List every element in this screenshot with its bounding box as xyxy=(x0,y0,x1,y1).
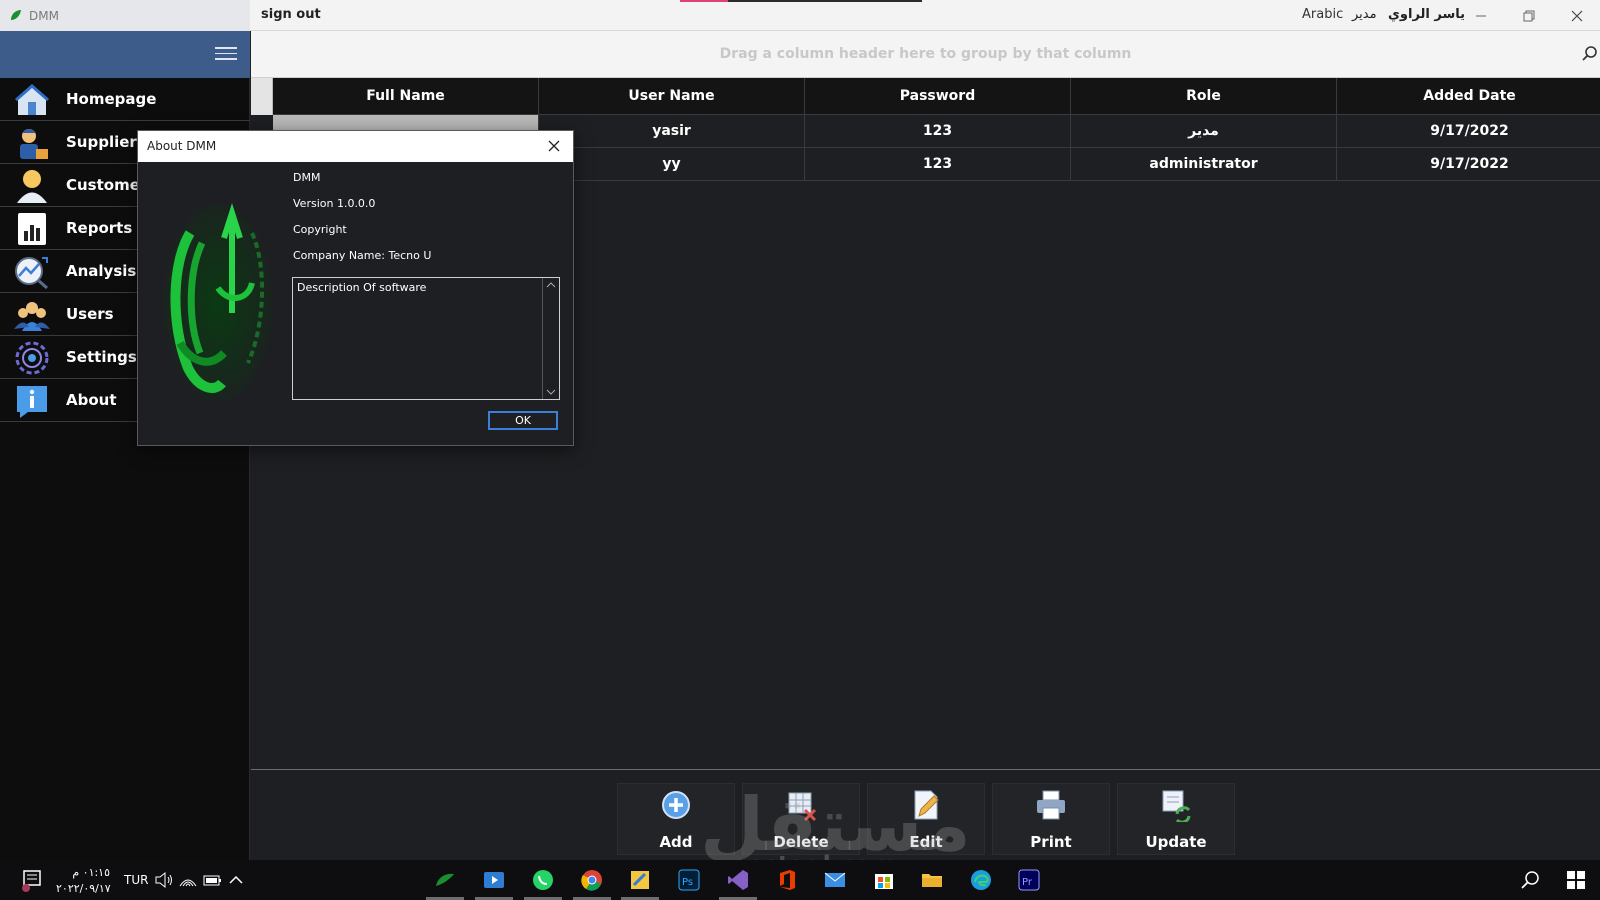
column-header-role[interactable]: Role xyxy=(1071,78,1337,115)
mail-icon[interactable] xyxy=(823,868,847,892)
cell-added-date[interactable]: 9/17/2022 xyxy=(1337,148,1600,181)
store-icon[interactable] xyxy=(872,868,896,892)
print-label: Print xyxy=(1030,833,1072,851)
volume-icon[interactable] xyxy=(152,868,176,892)
scroll-down-icon[interactable] xyxy=(546,388,556,396)
company-logo xyxy=(164,203,272,401)
sidebar-item-label: Settings xyxy=(66,348,137,366)
scroll-up-icon[interactable] xyxy=(546,281,556,289)
sidebar-item-homepage[interactable]: Homepage xyxy=(0,78,250,121)
svg-text:Pr: Pr xyxy=(1022,877,1033,888)
home-icon xyxy=(15,84,49,115)
product-version: Version 1.0.0.0 xyxy=(293,197,376,210)
group-hint-text: Drag a column header here to group by th… xyxy=(719,46,1132,62)
battery-icon[interactable] xyxy=(200,868,224,892)
cell-user-name[interactable]: yasir xyxy=(539,115,805,148)
edge-icon[interactable] xyxy=(969,868,993,892)
close-window-button[interactable] xyxy=(1554,0,1600,31)
cell-role[interactable]: administrator xyxy=(1071,148,1337,181)
close-icon[interactable] xyxy=(542,135,566,157)
app-title-area: DMM xyxy=(0,0,250,31)
description-scrollbar[interactable] xyxy=(542,278,559,399)
report-icon xyxy=(18,213,46,245)
update-button[interactable]: Update xyxy=(1117,783,1235,855)
dmm-app-icon[interactable] xyxy=(433,868,457,892)
cell-password[interactable]: 123 xyxy=(805,115,1071,148)
title-bar: DMM sign out Arabic مدير ياسر الراوي xyxy=(0,0,1600,31)
cell-added-date[interactable]: 9/17/2022 xyxy=(1337,115,1600,148)
update-icon xyxy=(1162,790,1191,822)
visual-studio-icon[interactable] xyxy=(726,868,750,892)
column-header-full-name[interactable]: Full Name xyxy=(273,78,539,115)
dialog-title-bar: About DMM xyxy=(138,131,573,162)
analysis-icon xyxy=(15,257,48,290)
search-icon[interactable] xyxy=(1581,45,1599,63)
video-app-icon[interactable] xyxy=(482,868,506,892)
company-name: Company Name: Tecno U xyxy=(293,249,432,262)
chevron-up-icon[interactable] xyxy=(224,868,248,892)
description-textbox[interactable]: Description Of software xyxy=(292,277,560,400)
office-icon[interactable] xyxy=(775,868,799,892)
sidebar-item-label: Homepage xyxy=(66,90,157,108)
column-header-added-date[interactable]: Added Date xyxy=(1337,78,1600,115)
whatsapp-icon[interactable] xyxy=(531,868,555,892)
description-text: Description Of software xyxy=(297,281,427,294)
product-copyright: Copyright xyxy=(293,223,347,236)
update-label: Update xyxy=(1145,833,1207,851)
sidebar-item-label: Suppliers xyxy=(66,133,146,151)
group-by-panel[interactable]: Drag a column header here to group by th… xyxy=(251,31,1600,78)
dialog-title: About DMM xyxy=(147,139,217,153)
photoshop-icon[interactable]: Ps xyxy=(677,868,701,892)
product-name: DMM xyxy=(293,171,321,184)
grid-header: Full Name User Name Password Role Added … xyxy=(273,78,1600,115)
add-icon xyxy=(662,791,690,819)
cell-password[interactable]: 123 xyxy=(805,148,1071,181)
dev-tool-icon[interactable] xyxy=(628,868,652,892)
sidebar-item-label: Reports xyxy=(66,219,133,237)
notification-icon[interactable] xyxy=(20,868,44,892)
settings-icon xyxy=(15,341,49,375)
row-indicator-header xyxy=(251,78,273,115)
sign-out-link[interactable]: sign out xyxy=(261,7,321,22)
about-dialog: About DMM DMM Version 1.0.0.0 Copyright … xyxy=(137,130,574,446)
clock-date[interactable]: ٢٠٢٢/٠٩/١٧ xyxy=(56,882,111,895)
customer-icon xyxy=(17,170,47,203)
windows-start-icon[interactable] xyxy=(1564,868,1588,892)
user-name: ياسر الراوي xyxy=(1388,7,1466,22)
wifi-icon[interactable] xyxy=(176,868,200,892)
search-icon[interactable] xyxy=(1518,868,1542,892)
minimize-icon xyxy=(1476,15,1486,16)
menu-toggle-button[interactable] xyxy=(215,47,237,63)
ok-button[interactable]: OK xyxy=(488,411,558,430)
user-role: مدير xyxy=(1352,7,1377,22)
sidebar-item-label: About xyxy=(66,391,117,409)
restore-icon xyxy=(1523,10,1535,21)
users-icon xyxy=(14,302,50,331)
restore-button[interactable] xyxy=(1506,0,1552,31)
folder-icon[interactable] xyxy=(920,868,944,892)
svg-text:Ps: Ps xyxy=(682,877,693,888)
app-logo-icon xyxy=(11,10,21,20)
premiere-icon[interactable]: Pr xyxy=(1017,868,1041,892)
clock-time[interactable]: ٠١:١٥ م xyxy=(60,866,110,879)
cell-role[interactable]: مدير xyxy=(1071,115,1337,148)
minimize-button[interactable] xyxy=(1458,0,1504,31)
sidebar-header xyxy=(0,31,250,78)
close-icon xyxy=(1571,10,1583,21)
app-title: DMM xyxy=(29,9,59,23)
print-icon xyxy=(1037,790,1065,820)
keyboard-language[interactable]: TUR xyxy=(124,873,148,887)
chrome-icon[interactable] xyxy=(580,868,604,892)
sidebar-item-label: Users xyxy=(66,305,114,323)
language-switch[interactable]: Arabic xyxy=(1302,7,1343,22)
sidebar-item-label: Analysis xyxy=(66,262,137,280)
column-header-password[interactable]: Password xyxy=(805,78,1071,115)
supplier-icon xyxy=(20,129,48,159)
title-accent-highlight xyxy=(680,0,728,2)
cell-user-name[interactable]: yy xyxy=(539,148,805,181)
info-icon xyxy=(17,386,47,418)
column-header-user-name[interactable]: User Name xyxy=(539,78,805,115)
print-button[interactable]: Print xyxy=(992,783,1110,855)
taskbar: ٠١:١٥ م ٢٠٢٢/٠٩/١٧ TUR Ps Pr xyxy=(0,860,1600,900)
